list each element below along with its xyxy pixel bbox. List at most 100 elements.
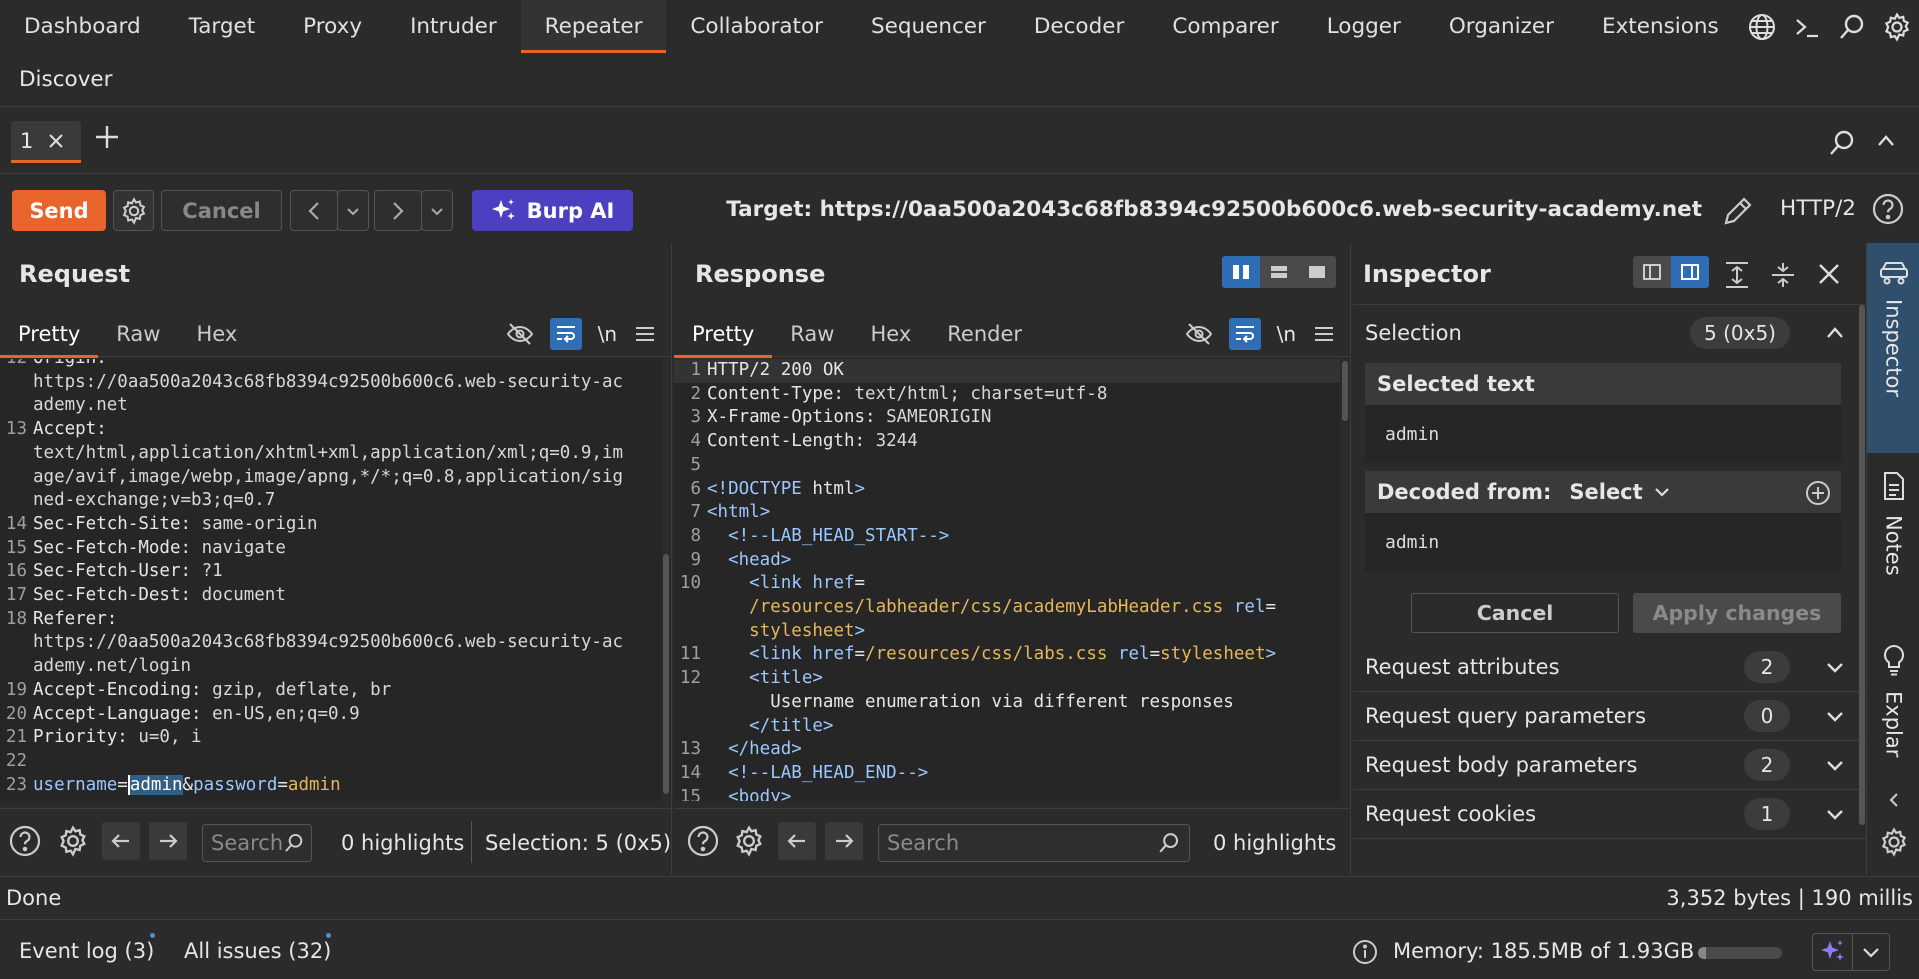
chevron-down-icon[interactable] bbox=[1824, 754, 1846, 776]
send-button[interactable]: Send bbox=[12, 190, 106, 231]
history-forward-menu-button[interactable] bbox=[421, 190, 453, 231]
wrap-lines-icon[interactable] bbox=[549, 318, 582, 350]
dock-left-icon[interactable] bbox=[1633, 256, 1671, 288]
next-match-icon[interactable] bbox=[825, 822, 863, 860]
nav-tab-organizer[interactable]: Organizer bbox=[1425, 0, 1578, 53]
hide-nonprintable-icon[interactable] bbox=[506, 320, 534, 348]
side-by-side-layout-icon[interactable] bbox=[1222, 256, 1260, 288]
stacked-layout-icon[interactable] bbox=[1260, 256, 1298, 288]
newline-toggle[interactable]: \n bbox=[1277, 322, 1296, 346]
nav-tab-sequencer[interactable]: Sequencer bbox=[847, 0, 1010, 53]
nav-tab-logger[interactable]: Logger bbox=[1303, 0, 1425, 53]
help-icon[interactable] bbox=[1871, 192, 1905, 226]
inspector-layout-toggle bbox=[1633, 256, 1709, 288]
chevron-down-icon[interactable] bbox=[1853, 934, 1889, 970]
nav-tab-discover[interactable]: Discover bbox=[19, 56, 113, 104]
inspector-section-request-attributes[interactable]: Request attributes 2 bbox=[1353, 643, 1866, 692]
response-scrollbar[interactable] bbox=[1340, 359, 1350, 801]
sidebar-item-explainer[interactable]: Explar bbox=[1867, 643, 1919, 757]
globe-icon[interactable] bbox=[1739, 0, 1784, 53]
nav-tab-target[interactable]: Target bbox=[165, 0, 280, 53]
send-settings-button[interactable] bbox=[113, 190, 154, 231]
nav-tab-intruder[interactable]: Intruder bbox=[386, 0, 521, 53]
inspector-section-request-cookies[interactable]: Request cookies 1 bbox=[1353, 790, 1866, 839]
response-tab-hex[interactable]: Hex bbox=[852, 313, 929, 357]
expand-all-icon[interactable] bbox=[1723, 260, 1751, 290]
newline-toggle[interactable]: \n bbox=[598, 322, 617, 346]
history-forward-button[interactable] bbox=[374, 190, 422, 231]
chevron-down-icon[interactable] bbox=[1824, 705, 1846, 727]
nav-tab-comparer[interactable]: Comparer bbox=[1148, 0, 1302, 53]
chevron-left-icon[interactable] bbox=[1887, 791, 1901, 809]
wrap-lines-icon[interactable] bbox=[1228, 318, 1261, 350]
event-log-link[interactable]: Event log (3) bbox=[19, 939, 154, 963]
close-tab-icon[interactable] bbox=[47, 132, 65, 150]
search-icon[interactable] bbox=[1829, 0, 1874, 53]
single-layout-icon[interactable] bbox=[1298, 256, 1336, 288]
request-tab-raw[interactable]: Raw bbox=[98, 313, 178, 357]
inspector-section-request-body-parameters[interactable]: Request body parameters 2 bbox=[1353, 741, 1866, 790]
selection-section-header[interactable]: Selection 5 (0x5) bbox=[1353, 305, 1866, 361]
info-icon[interactable] bbox=[1352, 939, 1378, 965]
previous-match-icon[interactable] bbox=[102, 822, 140, 860]
next-match-icon[interactable] bbox=[149, 822, 187, 860]
history-back-menu-button[interactable] bbox=[337, 190, 369, 231]
terminal-icon[interactable] bbox=[1784, 0, 1829, 53]
selected-text-value[interactable]: admin bbox=[1365, 405, 1841, 463]
chevron-up-icon[interactable] bbox=[1824, 322, 1846, 344]
gear-icon[interactable] bbox=[1874, 0, 1919, 53]
response-tab-pretty[interactable]: Pretty bbox=[674, 313, 773, 358]
cancel-button[interactable]: Cancel bbox=[161, 190, 282, 231]
ai-sparkle-icon[interactable] bbox=[1813, 934, 1853, 970]
response-search-input[interactable]: Search bbox=[878, 824, 1190, 862]
nav-tab-proxy[interactable]: Proxy bbox=[279, 0, 386, 53]
decoded-value[interactable]: admin bbox=[1365, 513, 1841, 571]
request-pane: Request PrettyRawHex \n 12Origin:https:/… bbox=[0, 243, 672, 875]
chevron-down-icon[interactable] bbox=[1824, 803, 1846, 825]
sidebar-settings-icon[interactable] bbox=[1879, 827, 1909, 857]
menu-icon[interactable] bbox=[633, 322, 657, 346]
search-settings-icon[interactable] bbox=[730, 822, 768, 860]
inspector-section-request-query-parameters[interactable]: Request query parameters 0 bbox=[1353, 692, 1866, 741]
apply-changes-button[interactable]: Apply changes bbox=[1633, 593, 1841, 633]
edit-target-icon[interactable] bbox=[1720, 193, 1756, 229]
nav-tab-dashboard[interactable]: Dashboard bbox=[0, 0, 165, 53]
inspector-scrollbar[interactable] bbox=[1858, 305, 1866, 865]
all-issues-link[interactable]: All issues (32) bbox=[184, 939, 331, 963]
request-tab-hex[interactable]: Hex bbox=[178, 313, 255, 357]
sidebar-item-notes[interactable]: Notes bbox=[1867, 471, 1919, 576]
sidebar-item-inspector[interactable]: Inspector bbox=[1867, 243, 1919, 453]
help-icon[interactable] bbox=[684, 822, 722, 860]
request-scrollbar[interactable] bbox=[661, 359, 671, 801]
nav-tab-decoder[interactable]: Decoder bbox=[1010, 0, 1148, 53]
chevron-up-icon[interactable] bbox=[1875, 130, 1897, 152]
menu-icon[interactable] bbox=[1312, 322, 1336, 346]
nav-tab-extensions[interactable]: Extensions bbox=[1578, 0, 1743, 53]
previous-match-icon[interactable] bbox=[778, 822, 816, 860]
hide-nonprintable-icon[interactable] bbox=[1185, 320, 1213, 348]
close-inspector-icon[interactable] bbox=[1816, 261, 1842, 287]
help-icon[interactable] bbox=[6, 822, 44, 860]
response-tab-raw[interactable]: Raw bbox=[772, 313, 852, 357]
decoded-from-select[interactable]: Select bbox=[1569, 480, 1670, 504]
response-tab-render[interactable]: Render bbox=[929, 313, 1040, 357]
response-editor[interactable]: 1 HTTP/2 200 OK 2 Content-Type: text/html; … bbox=[674, 359, 1340, 801]
search-settings-icon[interactable] bbox=[54, 822, 92, 860]
burp-ai-button[interactable]: Burp AI bbox=[472, 190, 633, 231]
dock-right-icon[interactable] bbox=[1671, 256, 1709, 288]
request-search-input[interactable]: Search bbox=[202, 824, 312, 862]
tab-search-icon[interactable] bbox=[1827, 128, 1857, 158]
inspector-cancel-button[interactable]: Cancel bbox=[1411, 593, 1619, 633]
request-tab-pretty[interactable]: Pretty bbox=[0, 313, 99, 358]
http-version[interactable]: HTTP/2 bbox=[1780, 196, 1856, 221]
add-decoding-icon[interactable] bbox=[1805, 480, 1831, 506]
target-url[interactable]: Target: https://0aa500a2043c68fb8394c925… bbox=[726, 197, 1702, 222]
add-tab-icon[interactable] bbox=[92, 122, 122, 152]
collapse-all-icon[interactable] bbox=[1769, 260, 1797, 290]
repeater-tab-1[interactable]: 1 bbox=[11, 121, 81, 163]
request-editor[interactable]: 12Origin:https://0aa500a2043c68fb8394c92… bbox=[0, 359, 661, 801]
chevron-down-icon[interactable] bbox=[1824, 656, 1846, 678]
nav-tab-collaborator[interactable]: Collaborator bbox=[666, 0, 847, 53]
nav-tab-repeater[interactable]: Repeater bbox=[520, 0, 667, 53]
history-back-button[interactable] bbox=[290, 190, 338, 231]
